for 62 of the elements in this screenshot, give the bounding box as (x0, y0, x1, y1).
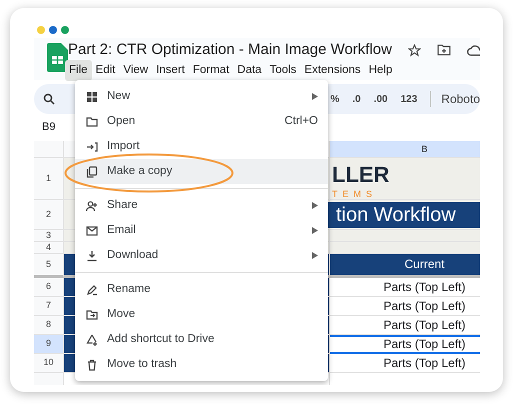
download-icon (86, 250, 98, 262)
envelope-icon (86, 224, 98, 236)
star-icon[interactable] (408, 44, 421, 56)
row-header[interactable]: 3 (34, 230, 64, 242)
menu-item[interactable]: New (75, 84, 328, 109)
menu-item[interactable]: Open Ctrl+O (75, 109, 328, 134)
row-header[interactable]: 10 (34, 354, 64, 373)
column-header[interactable]: B (330, 141, 480, 158)
menu-item[interactable]: Edit (92, 60, 120, 82)
menu-item[interactable]: Tools (266, 60, 300, 82)
pencil-icon (86, 284, 98, 296)
trash-icon (86, 358, 98, 370)
menu-item[interactable]: Share (75, 193, 328, 218)
font-selector[interactable]: Roboto (441, 90, 480, 108)
menu-item[interactable]: Extensions (300, 60, 365, 82)
row-header[interactable]: 2 (34, 200, 64, 230)
row-header[interactable]: 8 (34, 316, 64, 335)
row-header[interactable]: 1 (34, 158, 64, 200)
grid-plus-icon (86, 90, 98, 102)
table-cell[interactable]: Parts (Top Left) (330, 335, 480, 354)
add-person-icon (86, 200, 98, 212)
row-header[interactable]: 4 (34, 242, 64, 254)
folder-icon (86, 116, 98, 128)
toolbar-button[interactable]: .00 (374, 92, 388, 106)
row-header[interactable]: 5 (34, 254, 64, 278)
copy-icon (86, 166, 98, 178)
drive-shortcut-icon (86, 334, 98, 346)
search-icon[interactable] (43, 93, 55, 105)
menu-item[interactable]: Help (364, 60, 396, 82)
menu-item[interactable]: Email (75, 218, 328, 243)
folder-icon[interactable] (436, 44, 451, 56)
row-header[interactable]: 7 (34, 297, 64, 316)
name-box[interactable]: B9 (42, 119, 56, 136)
menu-item[interactable]: Move to trash (75, 352, 328, 377)
menu-item[interactable]: Move (75, 302, 328, 327)
corner-cell[interactable] (34, 141, 64, 158)
menu-item[interactable]: Make a copy (75, 159, 328, 184)
menu-item[interactable]: Rename (75, 277, 328, 302)
toolbar-button[interactable]: 123 (400, 92, 418, 106)
folder-arrow-icon (86, 308, 98, 320)
column-title: Current (330, 254, 480, 278)
logo-text: TEMS (332, 189, 378, 199)
document-title[interactable]: Part 2: CTR Optimization - Main Image Workflow (68, 41, 392, 59)
table-cell[interactable] (330, 242, 480, 254)
menu-item[interactable]: Import (75, 134, 328, 159)
menu-item[interactable]: Add shortcut to Drive (75, 327, 328, 352)
toolbar-button[interactable]: .0 (352, 92, 361, 106)
sheets-logo-icon[interactable] (47, 43, 68, 72)
logo-text: LLER (332, 164, 390, 186)
menu-item[interactable]: Format (188, 60, 234, 82)
cloud-icon[interactable] (466, 44, 480, 56)
menu-item[interactable]: View (119, 60, 152, 82)
menu-item[interactable]: File (65, 60, 92, 82)
table-cell[interactable] (330, 230, 480, 242)
menu-item[interactable]: Download (75, 243, 328, 268)
menu-item[interactable]: Data (233, 60, 266, 82)
table-cell[interactable]: LLER TEMS (330, 158, 480, 200)
row-header[interactable]: 6 (34, 278, 64, 297)
import-icon (86, 140, 98, 152)
row-header[interactable]: 9 (34, 335, 64, 354)
toolbar-button[interactable]: % (330, 92, 340, 106)
menu-item[interactable]: Insert (152, 60, 189, 82)
